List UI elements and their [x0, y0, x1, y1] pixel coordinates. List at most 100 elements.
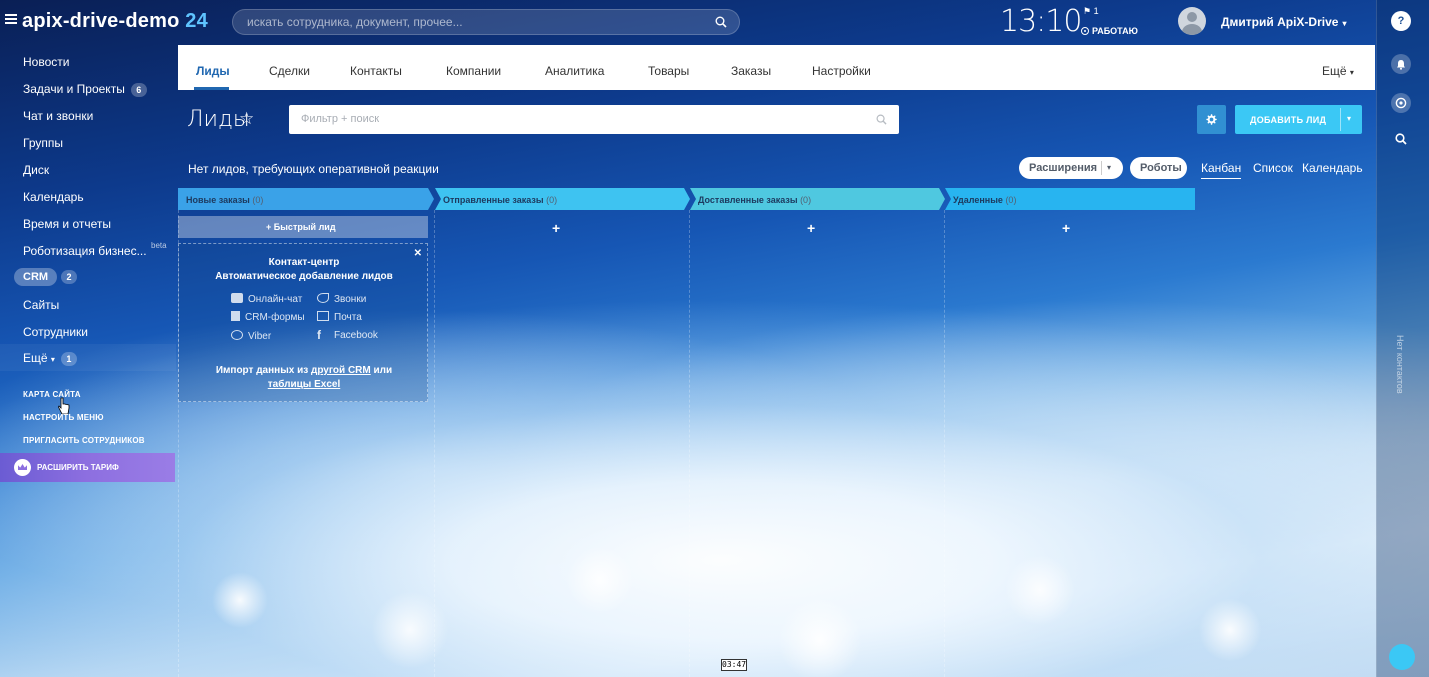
channel-crm-forms[interactable]: CRM-формы: [231, 311, 305, 323]
sidebar-item-employees[interactable]: Сотрудники: [23, 325, 88, 339]
work-status[interactable]: РАБОТАЮ: [1081, 26, 1138, 36]
upgrade-plan-button[interactable]: РАСШИРИТЬ ТАРИФ: [0, 453, 175, 482]
help-icon[interactable]: ?: [1391, 11, 1411, 31]
upgrade-label: РАСШИРИТЬ ТАРИФ: [37, 463, 119, 472]
tab-companies[interactable]: Компании: [446, 64, 501, 78]
quick-lead-button[interactable]: + Быстрый лид: [178, 216, 428, 238]
channel-online-chat[interactable]: Онлайн-чат: [231, 293, 302, 305]
portal-logo[interactable]: apix-drive-demo 24: [22, 10, 208, 33]
flag-icon: ⚑: [1083, 6, 1092, 16]
add-card-icon[interactable]: +: [1062, 220, 1070, 236]
flag-counter[interactable]: ⚑ 1: [1083, 6, 1099, 17]
add-lead-button[interactable]: ДОБАВИТЬ ЛИД ▾: [1235, 105, 1362, 134]
settings-button[interactable]: [1197, 105, 1226, 134]
channel-label: Звонки: [334, 294, 367, 305]
search-icon[interactable]: [715, 16, 727, 28]
add-card-icon[interactable]: +: [807, 220, 815, 236]
sidebar-item-label: Время и отчеты: [23, 217, 112, 231]
logo-number: 24: [185, 10, 208, 32]
import-other-crm-link[interactable]: другой CRM: [311, 365, 371, 376]
more-badge: 1: [60, 352, 77, 366]
filter-search[interactable]: [289, 105, 899, 134]
sidebar-item-label: Чат и звонки: [23, 109, 94, 123]
chevron-down-icon: ▾: [1342, 19, 1347, 28]
column-title: Доставленные заказы: [698, 195, 798, 205]
column-count: (0): [800, 195, 812, 205]
import-text: Импорт данных из другой CRM или таблицы …: [179, 364, 429, 392]
avatar[interactable]: [1178, 7, 1206, 35]
video-timestamp: 03:47: [721, 659, 747, 671]
channel-calls[interactable]: Звонки: [317, 293, 366, 305]
sidebar-item-label: Диск: [23, 163, 50, 177]
tab-deals[interactable]: Сделки: [269, 64, 310, 78]
channel-label: Viber: [248, 331, 272, 342]
channel-facebook[interactable]: f Facebook: [317, 328, 378, 342]
tab-orders[interactable]: Заказы: [731, 64, 771, 78]
invite-employees-link[interactable]: ПРИГЛАСИТЬ СОТРУДНИКОВ: [23, 436, 145, 445]
button-divider: [1101, 161, 1102, 175]
tab-products[interactable]: Товары: [648, 64, 689, 78]
tab-leads[interactable]: Лиды: [196, 64, 230, 78]
sidebar-item-time[interactable]: Время и отчеты: [23, 217, 111, 231]
add-card-icon[interactable]: +: [552, 220, 560, 236]
sidebar-item-disk[interactable]: Диск: [23, 163, 49, 177]
search-icon[interactable]: [876, 114, 887, 125]
star-icon[interactable]: ☆: [239, 109, 254, 129]
top-bar: apix-drive-demo 24 13:10 ⚑ 1 РАБОТАЮ Дми…: [0, 0, 1376, 45]
tab-more[interactable]: Ещё ▾: [1322, 64, 1354, 78]
chevron-down-icon[interactable]: ▾: [1107, 163, 1111, 172]
user-menu[interactable]: Дмитрий ApiX-Drive ▾: [1221, 15, 1346, 29]
filter-input[interactable]: [301, 113, 861, 125]
sidebar-item-calendar[interactable]: Календарь: [23, 190, 84, 204]
configure-menu-link[interactable]: НАСТРОИТЬ МЕНЮ: [23, 413, 104, 422]
sidebar-item-chat[interactable]: Чат и звонки: [23, 109, 93, 123]
plus-icon: +: [266, 222, 272, 232]
column-divider: [944, 210, 945, 677]
menu-icon[interactable]: [5, 14, 17, 24]
tab-analytics[interactable]: Аналитика: [545, 64, 604, 78]
clock[interactable]: 13:10: [1000, 4, 1082, 39]
main-area: Лиды Сделки Контакты Компании Аналитика …: [178, 45, 1375, 677]
column-title: Новые заказы: [186, 195, 250, 205]
viber-icon: [231, 330, 243, 340]
sidebar-item-news[interactable]: Новости: [23, 55, 69, 69]
sidebar-item-more[interactable]: Ещё ▾ 1: [23, 351, 77, 366]
global-search-input[interactable]: [247, 15, 697, 29]
right-panel: ? Нет контактов: [1376, 0, 1429, 677]
bell-icon[interactable]: [1391, 54, 1411, 74]
tab-contacts[interactable]: Контакты: [350, 64, 402, 78]
chat-bubble-icon: [231, 293, 243, 303]
search-icon[interactable]: [1391, 129, 1411, 149]
extensions-label: Расширения: [1029, 162, 1098, 174]
channel-mail[interactable]: Почта: [317, 311, 362, 323]
column-divider: [434, 210, 435, 677]
facebook-icon: f: [317, 328, 321, 342]
extensions-button[interactable]: Расширения ▾: [1019, 157, 1123, 179]
sidebar-item-tasks[interactable]: Задачи и Проекты 6: [23, 82, 147, 97]
sidebar-item-robotization[interactable]: Роботизация бизнес...: [23, 244, 147, 258]
view-list[interactable]: Список: [1253, 161, 1293, 175]
tab-settings[interactable]: Настройки: [812, 64, 871, 78]
work-status-label: РАБОТАЮ: [1092, 26, 1138, 36]
import-excel-link[interactable]: таблицы Excel: [268, 379, 341, 390]
column-count: (0): [252, 195, 264, 205]
beta-tag: beta: [151, 241, 167, 250]
channel-viber[interactable]: Viber: [231, 330, 271, 342]
sidebar-item-label: Ещё: [23, 351, 48, 365]
sitemap-link[interactable]: КАРТА САЙТА: [23, 390, 81, 399]
sidebar-item-groups[interactable]: Группы: [23, 136, 63, 150]
channel-label: Facebook: [334, 330, 378, 341]
global-search[interactable]: [232, 9, 740, 35]
sidebar-item-label: Группы: [23, 136, 63, 150]
sidebar-item-crm[interactable]: CRM: [14, 268, 58, 286]
view-calendar[interactable]: Календарь: [1302, 161, 1363, 175]
chevron-down-icon[interactable]: ▾: [1347, 114, 1351, 123]
sidebar-item-sites[interactable]: Сайты: [23, 298, 59, 312]
robots-button[interactable]: Роботы: [1130, 157, 1187, 179]
left-sidebar: Новости Задачи и Проекты 6 Чат и звонки Г…: [0, 45, 176, 677]
open-chat-icon[interactable]: [1389, 644, 1415, 670]
column-count: (0): [1005, 195, 1017, 205]
view-kanban[interactable]: Канбан: [1201, 161, 1242, 179]
channel-label: CRM-формы: [245, 312, 305, 323]
chat-icon[interactable]: [1391, 93, 1411, 113]
